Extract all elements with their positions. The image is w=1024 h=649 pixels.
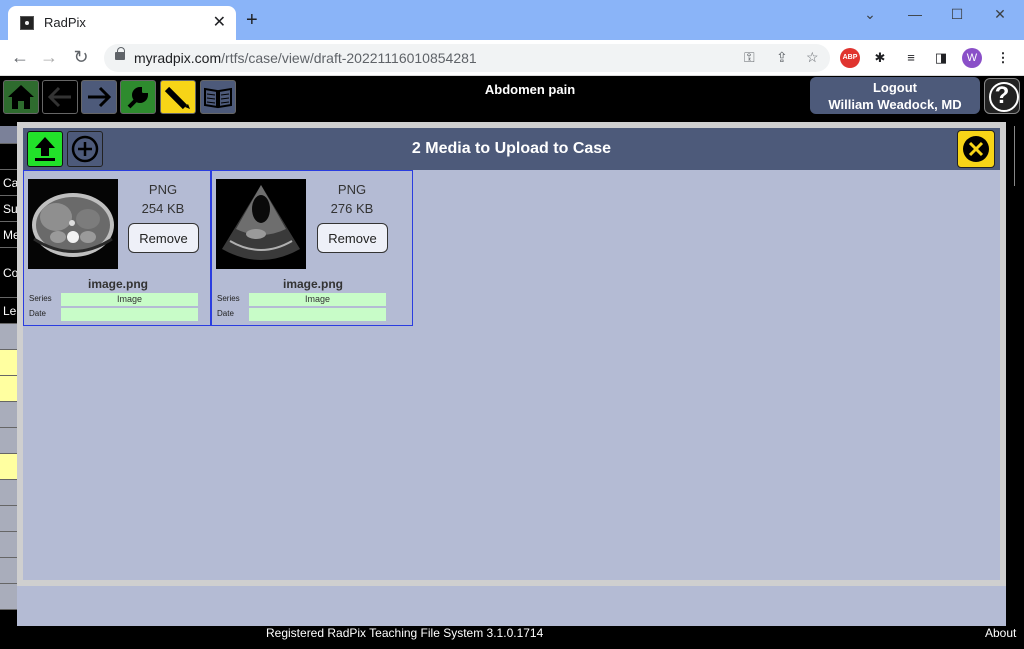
sidebar-row [0, 350, 18, 376]
chevron-down-icon[interactable]: ⌄ [860, 6, 880, 23]
media-queue-icon[interactable]: ≡ [901, 48, 921, 68]
close-circle-icon [963, 136, 989, 162]
window-close-icon[interactable]: ✕ [990, 6, 1010, 23]
maximize-icon[interactable]: ☐ [947, 6, 967, 23]
tab-close-icon[interactable]: ✕ [213, 12, 226, 32]
pencil-icon [164, 86, 190, 110]
media-card: PNG 276 KB Remove image.png Series Image… [211, 170, 413, 326]
user-name: William Weadock, MD [828, 97, 962, 112]
ultrasound-thumbnail [216, 179, 306, 269]
help-icon: ? [994, 82, 1010, 109]
file-type-label: PNG [148, 182, 178, 197]
address-bar[interactable]: myradpix.com/rtfs/case/view/draft-202211… [104, 44, 830, 72]
profile-avatar[interactable]: W [962, 48, 982, 68]
sidebar-item-summary[interactable]: Su [0, 196, 18, 222]
remove-button[interactable]: Remove [317, 223, 388, 253]
forward-arrow-icon[interactable]: → [38, 47, 60, 67]
browser-titlebar: RadPix ✕ + ⌄ — ☐ ✕ [0, 0, 1024, 40]
help-button[interactable]: ? [984, 78, 1020, 114]
back-arrow-icon[interactable]: ← [9, 47, 31, 67]
footer-version: Registered RadPix Teaching File System 3… [266, 626, 544, 640]
series-field[interactable]: Image [249, 293, 386, 306]
lock-icon [115, 47, 125, 60]
share-icon[interactable]: ⇪ [776, 49, 788, 66]
modal-header: 2 Media to Upload to Case [23, 128, 1000, 170]
sidebar-row [0, 480, 18, 506]
home-icon [8, 85, 34, 109]
tools-button[interactable] [120, 80, 156, 114]
tab-title: RadPix [44, 15, 86, 30]
home-button[interactable] [3, 80, 39, 114]
adblock-icon[interactable]: ABP [840, 48, 860, 68]
edit-button[interactable] [160, 80, 196, 114]
sidebar-item-comments[interactable]: Co [0, 248, 18, 298]
browser-tab[interactable]: RadPix ✕ [8, 6, 236, 40]
left-arrow-icon [47, 86, 71, 108]
date-field[interactable] [249, 308, 386, 321]
date-label: Date [29, 309, 46, 318]
sidebar-row [0, 506, 18, 532]
open-book-icon [204, 87, 232, 109]
key-icon[interactable]: ⚿ [744, 49, 755, 66]
url-text: myradpix.com/rtfs/case/view/draft-202211… [134, 50, 477, 66]
sidebar-item-media[interactable]: Me [0, 222, 18, 248]
browser-menu-icon[interactable]: ⋮ [993, 48, 1013, 68]
extensions-puzzle-icon[interactable]: ✱ [870, 48, 890, 68]
back-button[interactable] [42, 80, 78, 114]
modal-title: 2 Media to Upload to Case [411, 140, 612, 157]
sidebar-row [0, 376, 18, 402]
sidebar-row [0, 402, 18, 428]
right-edge [1006, 126, 1024, 186]
sidebar-header [0, 126, 18, 144]
logout-button[interactable]: Logout William Weadock, MD [810, 77, 980, 114]
sidebar-row [0, 584, 18, 610]
forward-button[interactable] [81, 80, 117, 114]
reload-icon[interactable]: ↻ [70, 47, 92, 67]
modal-body: PNG 254 KB Remove image.png Series Image… [23, 170, 1000, 580]
side-panel-icon[interactable]: ◨ [931, 48, 951, 68]
date-label: Date [217, 309, 234, 318]
modal-bottom-area [17, 580, 1006, 626]
series-label: Series [217, 294, 240, 303]
minimize-icon[interactable]: — [905, 6, 925, 22]
series-field[interactable]: Image [61, 293, 198, 306]
app-area: Abdomen pain Logout William Weadock, MD … [0, 76, 1024, 649]
sidebar-row [0, 324, 18, 350]
ct-scan-thumbnail [28, 179, 118, 269]
file-type-label: PNG [337, 182, 367, 197]
file-name: image.png [87, 277, 148, 291]
sidebar-item-learning[interactable]: Le [0, 298, 18, 324]
sidebar-blank [0, 144, 18, 170]
date-field[interactable] [61, 308, 198, 321]
logout-label: Logout [872, 80, 918, 95]
about-link[interactable]: About [985, 626, 1016, 640]
sidebar-row [0, 428, 18, 454]
sidebar-item-case[interactable]: Ca [0, 170, 18, 196]
browser-toolbar: ← → ↻ myradpix.com/rtfs/case/view/draft-… [0, 40, 1024, 76]
right-arrow-icon [88, 86, 112, 108]
close-modal-button[interactable] [957, 130, 995, 168]
sidebar-row [0, 532, 18, 558]
sidebar-row [0, 454, 18, 480]
file-size-label: 254 KB [141, 201, 185, 216]
file-name: image.png [282, 277, 343, 291]
wrench-icon [127, 86, 149, 109]
file-size-label: 276 KB [330, 201, 374, 216]
remove-button[interactable]: Remove [128, 223, 199, 253]
star-icon[interactable]: ☆ [806, 49, 819, 66]
case-title: Abdomen pain [484, 82, 576, 97]
sidebar-row [0, 558, 18, 584]
new-tab-icon[interactable]: + [246, 10, 258, 30]
series-label: Series [29, 294, 52, 303]
media-card: PNG 254 KB Remove image.png Series Image… [23, 170, 211, 326]
radpix-favicon-icon [20, 16, 34, 30]
book-button[interactable] [200, 80, 236, 114]
